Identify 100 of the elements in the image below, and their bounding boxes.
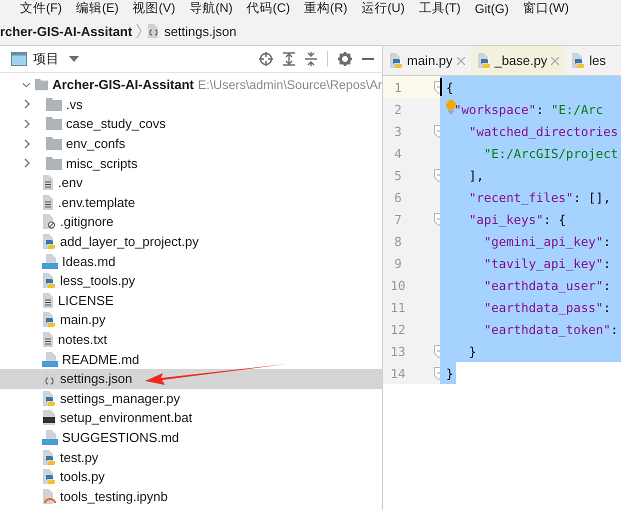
chevron-icon[interactable] [22, 118, 32, 129]
line-number: 14 [390, 366, 406, 380]
line-number: 5 [393, 168, 403, 182]
notebook-file-icon [42, 488, 56, 504]
caret-icon[interactable] [69, 56, 79, 62]
tree-item[interactable]: misc_scripts [0, 153, 382, 173]
editor-tab[interactable]: main.py [383, 46, 471, 75]
python-file-icon [42, 273, 56, 288]
tree-item[interactable]: notes.txt [0, 330, 382, 350]
line-number: 8 [393, 234, 403, 248]
minimize-icon[interactable] [362, 57, 374, 61]
file-name: notes.txt [58, 332, 108, 348]
tree-item[interactable]: .env [0, 172, 382, 193]
tree-item[interactable]: .env.template [0, 192, 382, 212]
menu-item[interactable]: Git(G) [474, 2, 509, 16]
project-path: E:\Users\admin\Source\Repos\Ar [198, 78, 382, 92]
line-number: 6 [393, 190, 403, 204]
python-file-icon [42, 469, 56, 484]
file-name: tools.py [60, 469, 105, 484]
menu-item[interactable]: 导航(N) [189, 0, 233, 17]
file-name: LICENSE [58, 292, 114, 308]
code-line: "tavily_api_key": [482, 256, 611, 270]
file-name: test.py [60, 450, 98, 465]
chevron-icon[interactable] [22, 138, 32, 149]
tree-item[interactable]: Archer-GIS-AI-Assitant E:\Users\admin\Source\Repos\Ar [0, 75, 382, 95]
text-file-icon [42, 292, 54, 308]
collapse-all-icon[interactable] [305, 52, 317, 66]
tree-item[interactable]: setup_environment.bat [0, 408, 382, 428]
text-file-icon [42, 332, 54, 348]
code-line: "workspace": "E:/Arc [454, 102, 604, 116]
editor-tab[interactable]: les [565, 46, 612, 75]
line-number: 3 [393, 124, 403, 138]
tree-item[interactable]: test.py [0, 447, 382, 467]
menu-item[interactable]: 运行(U) [361, 0, 405, 17]
lightbulb-icon[interactable] [446, 100, 456, 114]
line-number: 12 [390, 322, 406, 336]
python-file-icon [42, 390, 56, 406]
project-view-dropdown[interactable]: 项目 [33, 50, 59, 68]
editor-tab[interactable]: _base.py [470, 46, 566, 75]
tree-item[interactable]: Ideas.md [0, 251, 382, 271]
file-name: .vs [66, 96, 83, 112]
tree-item[interactable]: .gitignore [0, 212, 382, 232]
tree-item[interactable]: tools_testing.ipynb [0, 486, 382, 506]
markdown-file-icon [42, 352, 58, 367]
file-name: settings.json [60, 371, 132, 386]
code-line: "watched_directories [468, 124, 618, 138]
tree-item[interactable]: less_tools.py [0, 270, 382, 291]
breadcrumb-project[interactable]: rcher-GIS-AI-Assitant [0, 24, 132, 38]
python-file-icon [42, 234, 56, 250]
menu-item[interactable]: 窗口(W) [522, 0, 569, 17]
chevron-icon[interactable] [22, 99, 32, 110]
menu-item[interactable]: 重构(R) [304, 0, 348, 17]
file-name: README.md [62, 352, 140, 367]
code-line: } [468, 344, 476, 358]
text-file-icon [42, 194, 54, 210]
tree-item[interactable]: .vs [0, 94, 382, 114]
code-line: "E:/ArcGIS/project [482, 146, 618, 160]
menu-item[interactable]: 代码(C) [246, 0, 290, 17]
folder-icon [46, 156, 62, 170]
line-number: 9 [393, 256, 403, 270]
tree-item[interactable]: README.md [0, 349, 382, 369]
tree-item[interactable]: env_confs [0, 134, 382, 154]
tree-item[interactable]: settings_manager.py [0, 388, 382, 408]
chevron-icon [136, 23, 142, 39]
line-number: 1 [393, 80, 403, 94]
menu-item[interactable]: 编辑(E) [76, 0, 119, 17]
json-file-icon [42, 371, 56, 386]
file-name: main.py [60, 312, 106, 328]
code-line: "earthdata_user": [482, 278, 611, 292]
file-name: .gitignore [60, 214, 114, 230]
menu-item[interactable]: 工具(T) [418, 0, 461, 17]
python-file-icon [571, 53, 586, 68]
code-line: "gemini_api_key": [482, 234, 611, 248]
code-line: "earthdata_token": [482, 322, 618, 336]
tree-item[interactable]: tools.py [0, 466, 382, 486]
line-number: 2 [393, 102, 403, 116]
line-number: 13 [390, 344, 406, 358]
tree-item[interactable]: LICENSE [0, 290, 382, 310]
menu-item[interactable]: 文件(F) [20, 0, 62, 17]
tree-item[interactable]: case_study_covs [0, 114, 382, 134]
markdown-file-icon [42, 254, 58, 269]
tree-item[interactable]: SUGGESTIONS.md [0, 428, 382, 448]
markdown-file-icon [42, 430, 58, 445]
crosshair-icon[interactable] [259, 52, 273, 66]
expand-all-icon[interactable] [283, 52, 295, 66]
settings-icon[interactable] [338, 52, 352, 66]
chevron-icon[interactable] [22, 158, 32, 168]
menu-item[interactable]: 视图(V) [132, 0, 176, 17]
breadcrumb-file[interactable]: settings.json [164, 24, 236, 38]
file-name: setup_environment.bat [60, 410, 192, 426]
python-file-icon [476, 53, 491, 68]
folder-icon [46, 137, 62, 150]
text-file-icon [42, 175, 54, 190]
file-name: add_layer_to_project.py [60, 234, 199, 250]
python-file-icon [42, 312, 56, 328]
tree-item[interactable]: add_layer_to_project.py [0, 232, 382, 252]
tree-item[interactable]: main.py [0, 310, 382, 330]
code-line: { [446, 80, 454, 94]
tree-item[interactable]: settings.json [0, 368, 382, 388]
folder-icon [46, 117, 62, 130]
